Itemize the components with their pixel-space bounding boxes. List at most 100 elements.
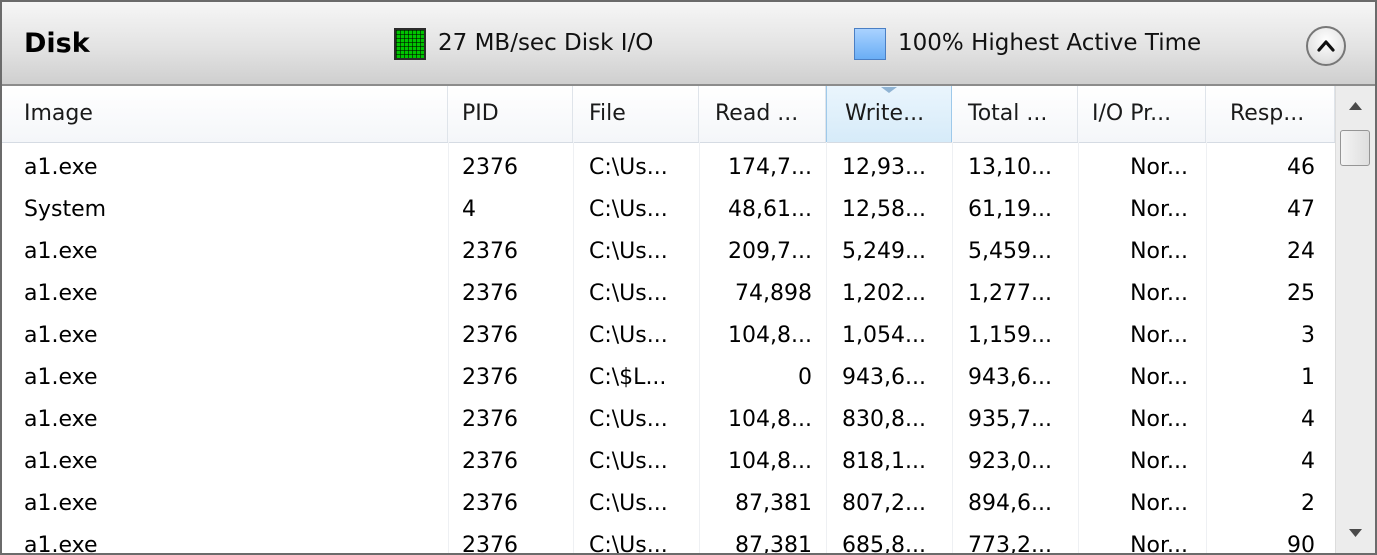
cell-image: a1.exe xyxy=(24,155,98,180)
cell-total: 923,0... xyxy=(968,449,1052,474)
table-row[interactable]: a1.exe 2376 C:\$L... 0 943,6... 943,6... Nor..… xyxy=(2,357,1335,399)
cell-io-priority: Nor... xyxy=(1130,407,1188,432)
scroll-thumb[interactable] xyxy=(1340,130,1370,166)
cell-io-priority: Nor... xyxy=(1130,533,1188,553)
cell-file: C:\Us... xyxy=(589,407,668,432)
disk-panel: Disk 27 MB/sec Disk I/O 100% Highest Act… xyxy=(0,0,1377,555)
cell-file: C:\$L... xyxy=(589,365,667,390)
column-header-io-priority[interactable]: I/O Pr... xyxy=(1078,86,1206,142)
cell-image: System xyxy=(24,197,107,222)
cell-image: a1.exe xyxy=(24,239,98,264)
cell-pid: 2376 xyxy=(462,365,518,390)
cell-pid: 2376 xyxy=(462,407,518,432)
cell-image: a1.exe xyxy=(24,365,98,390)
cell-file: C:\Us... xyxy=(589,533,668,553)
table-row[interactable]: a1.exe 2376 C:\Us... 104,8... 1,054... 1,159.… xyxy=(2,315,1335,357)
table-row[interactable]: a1.exe 2376 C:\Us... 87,381 807,2... 894,6...… xyxy=(2,483,1335,525)
cell-pid: 2376 xyxy=(462,491,518,516)
cell-response: 25 xyxy=(1287,281,1315,306)
column-header-read[interactable]: Read ... xyxy=(699,86,826,142)
cell-pid: 4 xyxy=(462,197,476,222)
table-row[interactable]: a1.exe 2376 C:\Us... 104,8... 818,1... 923,0.… xyxy=(2,441,1335,483)
column-header-label: Total ... xyxy=(968,101,1048,126)
column-header-label: Read ... xyxy=(715,101,799,126)
cell-total: 1,159... xyxy=(968,323,1052,348)
cell-pid: 2376 xyxy=(462,323,518,348)
cell-io-priority: Nor... xyxy=(1130,491,1188,516)
cell-read: 104,8... xyxy=(728,449,812,474)
cell-file: C:\Us... xyxy=(589,281,668,306)
column-header-label: Image xyxy=(24,101,93,126)
table-row[interactable]: a1.exe 2376 C:\Us... 209,7... 5,249... 5,459.… xyxy=(2,231,1335,273)
active-time-label: 100% Highest Active Time xyxy=(898,30,1202,56)
cell-response: 4 xyxy=(1301,449,1315,474)
cell-read: 87,381 xyxy=(735,533,812,553)
cell-total: 894,6... xyxy=(968,491,1052,516)
cell-response: 3 xyxy=(1301,323,1315,348)
cell-io-priority: Nor... xyxy=(1130,239,1188,264)
cell-io-priority: Nor... xyxy=(1130,323,1188,348)
arrow-down-icon xyxy=(1349,529,1362,537)
cell-image: a1.exe xyxy=(24,407,98,432)
scroll-up-button[interactable] xyxy=(1336,86,1375,126)
cell-total: 5,459... xyxy=(968,239,1052,264)
cell-pid: 2376 xyxy=(462,155,518,180)
disk-activity-table: a1.exe 2376 C:\Us... 174,7... 12,93... 13,10.… xyxy=(2,142,1335,553)
cell-total: 943,6... xyxy=(968,365,1052,390)
cell-file: C:\Us... xyxy=(589,197,668,222)
table-row[interactable]: System 4 C:\Us... 48,61... 12,58... 61,19... N… xyxy=(2,189,1335,231)
column-header-total[interactable]: Total ... xyxy=(952,86,1078,142)
cell-write: 807,2... xyxy=(842,491,926,516)
collapse-button[interactable] xyxy=(1306,26,1346,66)
cell-read: 209,7... xyxy=(728,239,812,264)
sort-descending-icon xyxy=(881,87,897,93)
cell-write: 943,6... xyxy=(842,365,926,390)
cell-pid: 2376 xyxy=(462,449,518,474)
cell-response: 4 xyxy=(1301,407,1315,432)
scroll-down-button[interactable] xyxy=(1336,513,1375,553)
column-header-row: Image PID File Read ... Write... Total ... I/O… xyxy=(2,86,1335,143)
column-header-label: Resp... xyxy=(1230,101,1305,126)
cell-response: 24 xyxy=(1287,239,1315,264)
cell-read: 0 xyxy=(798,365,812,390)
column-header-label: Write... xyxy=(845,101,925,126)
cell-total: 61,19... xyxy=(968,197,1052,222)
column-header-file[interactable]: File xyxy=(573,86,699,142)
disk-panel-header[interactable]: Disk 27 MB/sec Disk I/O 100% Highest Act… xyxy=(2,2,1375,86)
column-header-response[interactable]: Resp... xyxy=(1206,86,1335,142)
table-row[interactable]: a1.exe 2376 C:\Us... 87,381 685,8... 773,2...… xyxy=(2,525,1335,553)
column-header-image[interactable]: Image xyxy=(2,86,448,142)
cell-write: 818,1... xyxy=(842,449,926,474)
cell-write: 830,8... xyxy=(842,407,926,432)
active-time-indicator xyxy=(854,28,886,60)
column-header-label: I/O Pr... xyxy=(1092,101,1172,126)
cell-image: a1.exe xyxy=(24,281,98,306)
column-header-pid[interactable]: PID xyxy=(448,86,573,142)
table-row[interactable]: a1.exe 2376 C:\Us... 74,898 1,202... 1,277...… xyxy=(2,273,1335,315)
cell-file: C:\Us... xyxy=(589,491,668,516)
cell-io-priority: Nor... xyxy=(1130,281,1188,306)
table-row[interactable]: a1.exe 2376 C:\Us... 104,8... 830,8... 935,7.… xyxy=(2,399,1335,441)
cell-read: 74,898 xyxy=(735,281,812,306)
table-row[interactable]: a1.exe 2376 C:\Us... 174,7... 12,93... 13,10.… xyxy=(2,147,1335,189)
cell-write: 1,202... xyxy=(842,281,926,306)
panel-title: Disk xyxy=(24,28,90,59)
cell-write: 12,58... xyxy=(842,197,926,222)
chevron-up-icon xyxy=(1317,40,1335,52)
cell-image: a1.exe xyxy=(24,491,98,516)
cell-response: 90 xyxy=(1287,533,1315,553)
cell-read: 174,7... xyxy=(728,155,812,180)
cell-total: 13,10... xyxy=(968,155,1052,180)
column-header-write[interactable]: Write... xyxy=(826,86,952,142)
cell-write: 685,8... xyxy=(842,533,926,553)
cell-file: C:\Us... xyxy=(589,449,668,474)
cell-response: 1 xyxy=(1301,365,1315,390)
cell-total: 773,2... xyxy=(968,533,1052,553)
cell-response: 2 xyxy=(1301,491,1315,516)
cell-pid: 2376 xyxy=(462,281,518,306)
cell-pid: 2376 xyxy=(462,533,518,553)
cell-read: 87,381 xyxy=(735,491,812,516)
cell-write: 12,93... xyxy=(842,155,926,180)
vertical-scrollbar[interactable] xyxy=(1335,86,1375,553)
cell-write: 5,249... xyxy=(842,239,926,264)
